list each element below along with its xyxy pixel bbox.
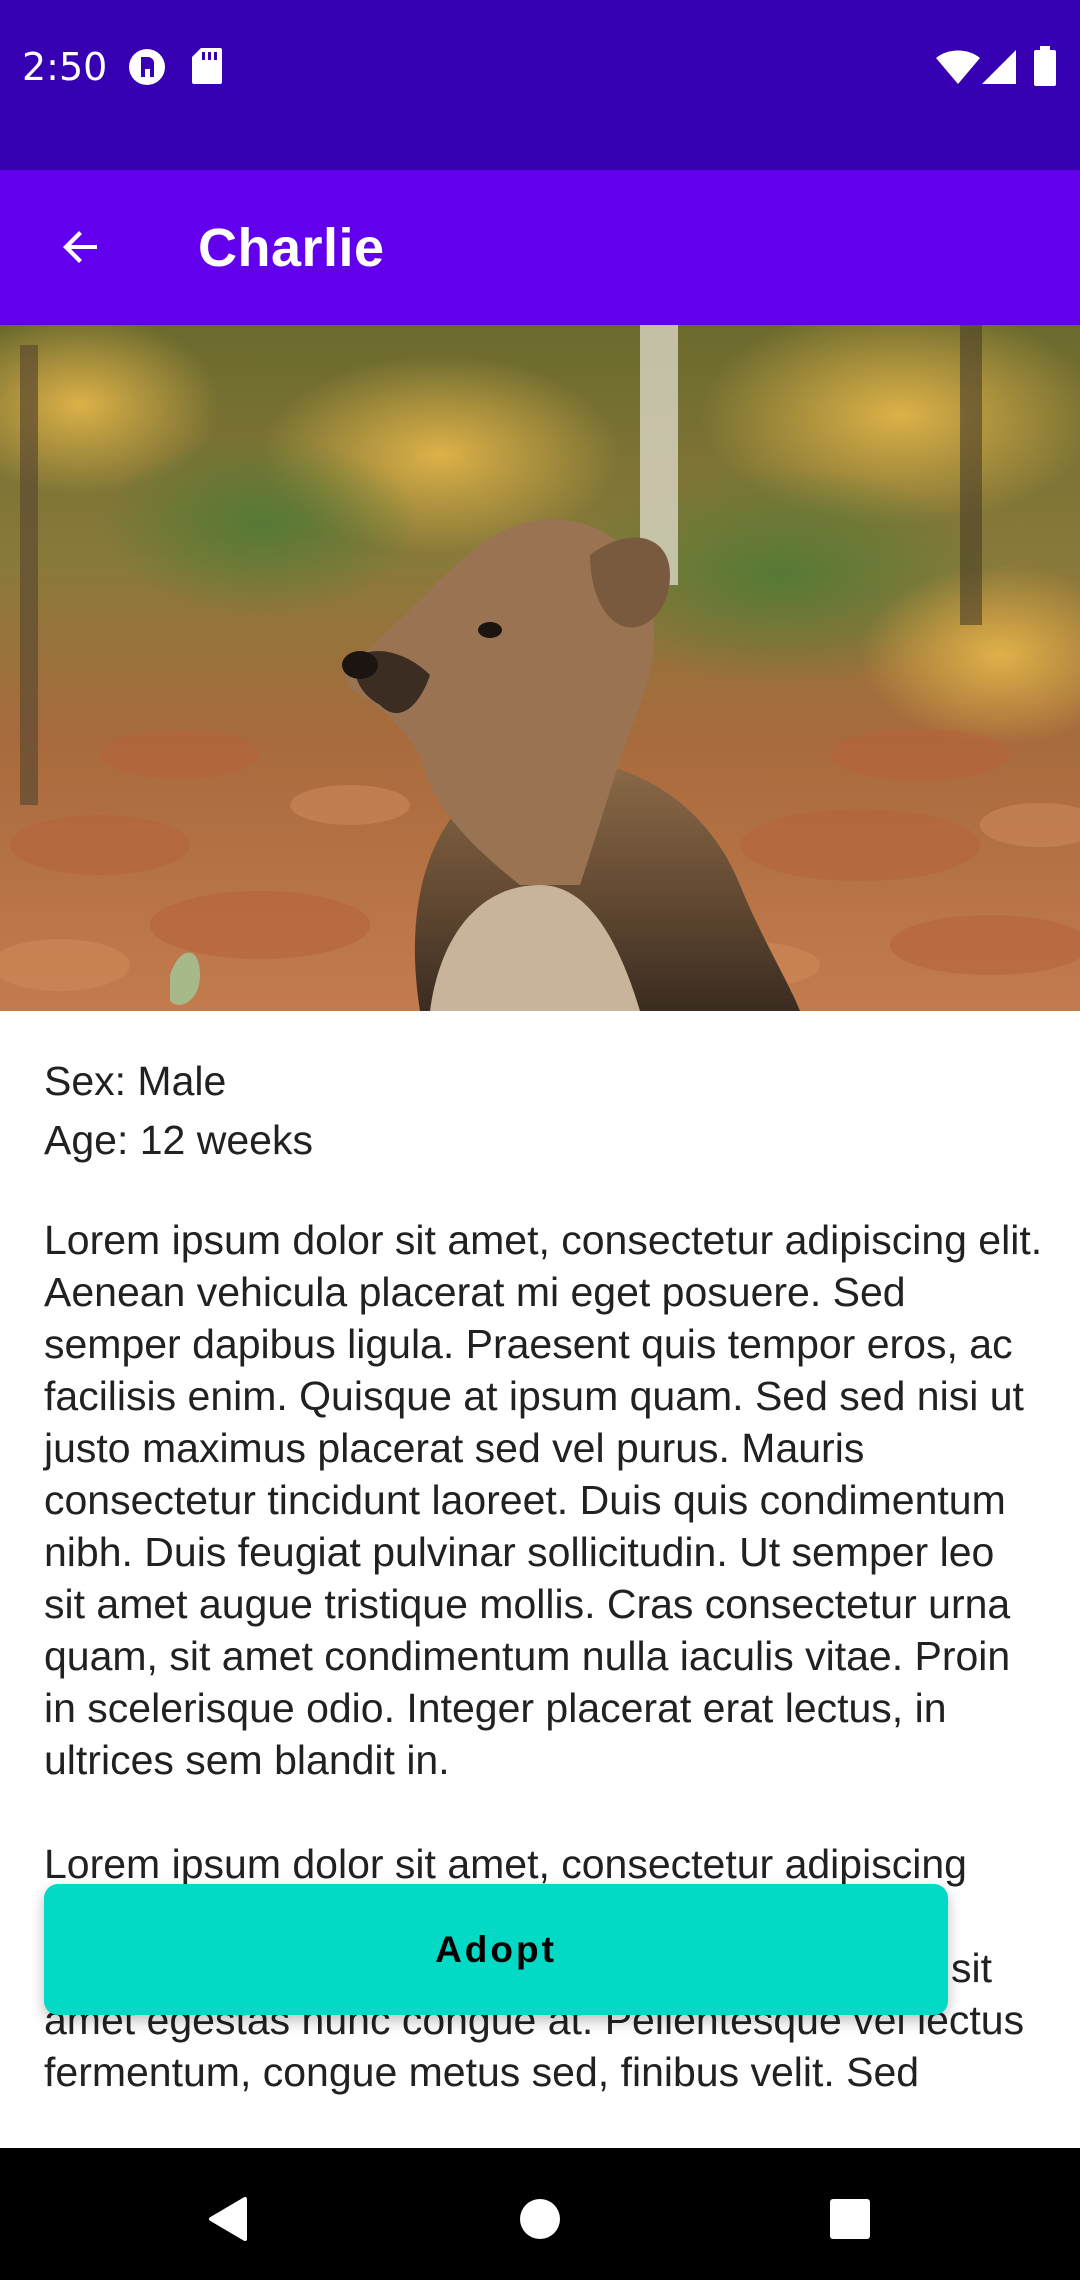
- back-triangle-icon: [209, 2197, 247, 2241]
- page-title: Charlie: [198, 218, 385, 278]
- nav-home-button[interactable]: [505, 2184, 575, 2254]
- pet-detail-screen: 2:50 Charlie Sex: Male Age: 12 weeks Lor…: [0, 0, 1080, 2280]
- home-circle-icon: [520, 2199, 560, 2239]
- status-time: 2:50: [22, 45, 108, 89]
- battery-icon: [1034, 46, 1056, 86]
- status-bar: 2:50: [0, 0, 1080, 170]
- back-button[interactable]: [40, 206, 122, 288]
- sex-label: Sex: Male: [44, 1058, 227, 1104]
- navigation-bar: [0, 2148, 1080, 2280]
- app-notification-icon: [129, 49, 165, 85]
- adopt-button[interactable]: Adopt: [44, 1884, 948, 2015]
- recents-square-icon: [830, 2199, 870, 2239]
- sd-card-icon: [192, 48, 222, 84]
- cell-signal-icon: [982, 50, 1016, 84]
- app-bar: Charlie: [0, 170, 1080, 325]
- arrow-back-icon: [63, 231, 97, 263]
- wifi-icon: [936, 50, 980, 84]
- nav-recents-button[interactable]: [815, 2184, 885, 2254]
- description-text: Lorem ipsum dolor sit amet, consectetur …: [44, 1217, 1043, 1783]
- pet-photo: [0, 325, 1080, 1011]
- nav-back-button[interactable]: [192, 2184, 262, 2254]
- age-label: Age: 12 weeks: [44, 1117, 313, 1163]
